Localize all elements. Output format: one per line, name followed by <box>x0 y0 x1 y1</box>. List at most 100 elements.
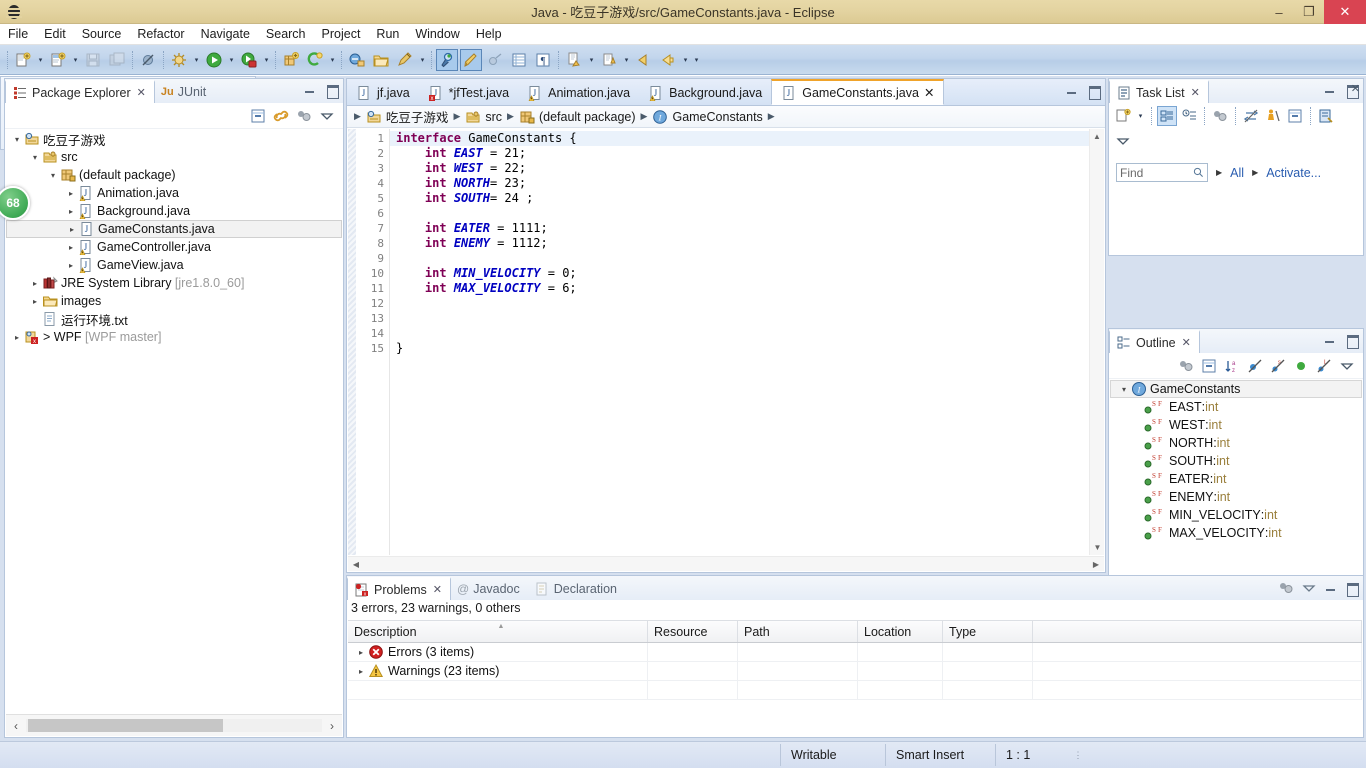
filter-expander-icon[interactable]: ▶ <box>1216 168 1222 177</box>
expander-icon[interactable]: ▸ <box>354 648 368 657</box>
collapse-all-icon[interactable] <box>1285 106 1305 126</box>
scroll-left-icon[interactable]: ‹ <box>6 719 26 733</box>
menu-run[interactable]: Run <box>368 25 407 43</box>
forward-dropdown-icon[interactable]: ▾ <box>691 49 702 71</box>
minimize-view-icon[interactable] <box>1324 581 1338 595</box>
focus-on-active-task-icon[interactable] <box>1278 580 1294 596</box>
close-icon[interactable]: ✕ <box>433 583 442 596</box>
expander-icon[interactable]: ▸ <box>28 297 42 306</box>
column-path[interactable]: Path <box>738 621 858 642</box>
scroll-down-icon[interactable]: ▼ <box>1090 540 1105 555</box>
minimize-editor-icon[interactable] <box>1065 84 1079 98</box>
focus-on-workweek-icon[interactable] <box>1210 106 1230 126</box>
tree-item-src[interactable]: ▾ src <box>6 148 342 166</box>
menu-file[interactable]: File <box>0 25 36 43</box>
code-line[interactable] <box>390 311 1104 326</box>
tree-item-gameview-java[interactable]: ▸ J GameView.java <box>6 256 342 274</box>
scroll-up-icon[interactable]: ▲ <box>1090 129 1104 144</box>
external-tools-icon[interactable] <box>304 49 326 71</box>
expander-icon[interactable]: ▸ <box>64 261 78 270</box>
editor-vertical-scrollbar[interactable]: ▲ ▼ <box>1089 129 1104 555</box>
skip-breakpoints-icon[interactable] <box>484 49 506 71</box>
outline-member-east[interactable]: S F EAST : int <box>1110 398 1362 416</box>
expander-icon[interactable]: ▾ <box>10 135 24 144</box>
new-java-class-icon[interactable] <box>47 49 69 71</box>
source-code[interactable]: interface GameConstants { int EAST = 21;… <box>390 129 1104 555</box>
cell-description[interactable]: ▸ Errors (3 items) <box>348 643 648 661</box>
expander-icon[interactable]: ▸ <box>28 279 42 288</box>
open-task-icon[interactable] <box>394 49 416 71</box>
menu-search[interactable]: Search <box>258 25 314 43</box>
minimize-view-icon[interactable] <box>303 83 317 97</box>
close-button[interactable]: ✕ <box>1324 0 1366 24</box>
categorized-presentation-icon[interactable] <box>1157 106 1177 126</box>
view-menu-icon[interactable] <box>1337 356 1357 376</box>
collapse-all-icon[interactable] <box>1199 356 1219 376</box>
skip-all-breakpoints-icon[interactable] <box>137 49 159 71</box>
expander-icon[interactable]: ▸ <box>64 189 78 198</box>
run-coverage-dropdown-icon[interactable]: ▾ <box>261 49 272 71</box>
menu-refactor[interactable]: Refactor <box>129 25 192 43</box>
tree-item-[interactable]: ▾ 吃豆子游戏 <box>6 130 342 148</box>
breadcrumb-item-[interactable]: 吃豆子游戏 <box>386 107 449 126</box>
expander-icon[interactable]: ▾ <box>1117 385 1131 394</box>
tree-item-default-package[interactable]: ▾ (default package) <box>6 166 342 184</box>
run-icon[interactable] <box>203 49 225 71</box>
activate-expander-icon[interactable]: ▶ <box>1252 168 1258 177</box>
scroll-track[interactable] <box>26 719 322 732</box>
tree-item-images[interactable]: ▸ images <box>6 292 342 310</box>
code-line[interactable] <box>390 206 1104 221</box>
view-menu-icon[interactable] <box>1301 580 1317 596</box>
collapse-all-icon[interactable] <box>248 106 268 126</box>
code-line[interactable]: int WEST = 22; <box>390 161 1104 176</box>
code-line[interactable]: int EATER = 1111; <box>390 221 1104 236</box>
close-icon[interactable]: ✕ <box>924 85 934 100</box>
toggle-mark-occurrences-icon[interactable] <box>460 48 482 71</box>
code-line[interactable] <box>390 296 1104 311</box>
maximize-view-icon[interactable] <box>325 83 339 99</box>
minimize-button[interactable]: – <box>1264 0 1294 24</box>
restore-button[interactable]: ❐ <box>1294 0 1324 24</box>
outline-member-enemy[interactable]: S F ENEMY : int <box>1110 488 1362 506</box>
open-folder-icon[interactable] <box>370 49 392 71</box>
external-tools-dropdown-icon[interactable]: ▾ <box>327 49 338 71</box>
synchronize-changed-icon[interactable] <box>1241 106 1261 126</box>
expander-icon[interactable]: ▸ <box>10 333 24 342</box>
expander-icon[interactable]: ▸ <box>64 243 78 252</box>
editor-tab-animation-java[interactable]: J Animation.java <box>518 80 639 105</box>
tree-item-background-java[interactable]: ▸ J Background.java <box>6 202 342 220</box>
code-line[interactable]: int NORTH= 23; <box>390 176 1104 191</box>
tab-declaration[interactable]: Declaration <box>528 577 625 600</box>
code-line[interactable]: int EAST = 21; <box>390 146 1104 161</box>
close-icon[interactable]: ✕ <box>137 86 146 99</box>
menu-window[interactable]: Window <box>407 25 467 43</box>
scheduled-presentation-icon[interactable] <box>1179 106 1199 126</box>
scroll-left-icon[interactable]: ◀ <box>348 560 364 569</box>
column-location[interactable]: Location <box>858 621 943 642</box>
next-annotation-icon[interactable] <box>563 49 585 71</box>
cell-description[interactable]: ▸ Warnings (23 items) <box>348 662 648 680</box>
expander-icon[interactable]: ▸ <box>354 667 368 676</box>
pilcrow-icon[interactable]: ¶ <box>532 49 554 71</box>
minimize-view-icon[interactable] <box>1323 333 1337 347</box>
menu-help[interactable]: Help <box>468 25 510 43</box>
run-coverage-icon[interactable] <box>238 49 260 71</box>
last-edit-location-icon[interactable] <box>633 49 655 71</box>
focus-on-active-task-icon[interactable] <box>294 106 314 126</box>
close-icon[interactable]: ✕ <box>1182 336 1191 349</box>
previous-annotation-icon[interactable] <box>598 49 620 71</box>
tab-outline[interactable]: Outline ✕ <box>1109 330 1200 353</box>
debug-icon[interactable] <box>168 49 190 71</box>
sort-icon[interactable]: az <box>1222 356 1242 376</box>
breadcrumb-item-gameconstants[interactable]: GameConstants <box>672 110 762 124</box>
expander-icon[interactable]: ▾ <box>46 171 60 180</box>
new-package-icon[interactable] <box>280 49 302 71</box>
expander-icon[interactable]: ▾ <box>28 153 42 162</box>
annotation-ruler[interactable] <box>348 129 356 555</box>
show-all-tasks-icon[interactable] <box>1263 106 1283 126</box>
hide-non-public-icon[interactable] <box>1291 356 1311 376</box>
menu-project[interactable]: Project <box>314 25 369 43</box>
outline-member-eater[interactable]: S F EATER : int <box>1110 470 1362 488</box>
tree-item-animation-java[interactable]: ▸ J Animation.java <box>6 184 342 202</box>
back-dropdown-icon[interactable]: ▾ <box>680 49 691 71</box>
